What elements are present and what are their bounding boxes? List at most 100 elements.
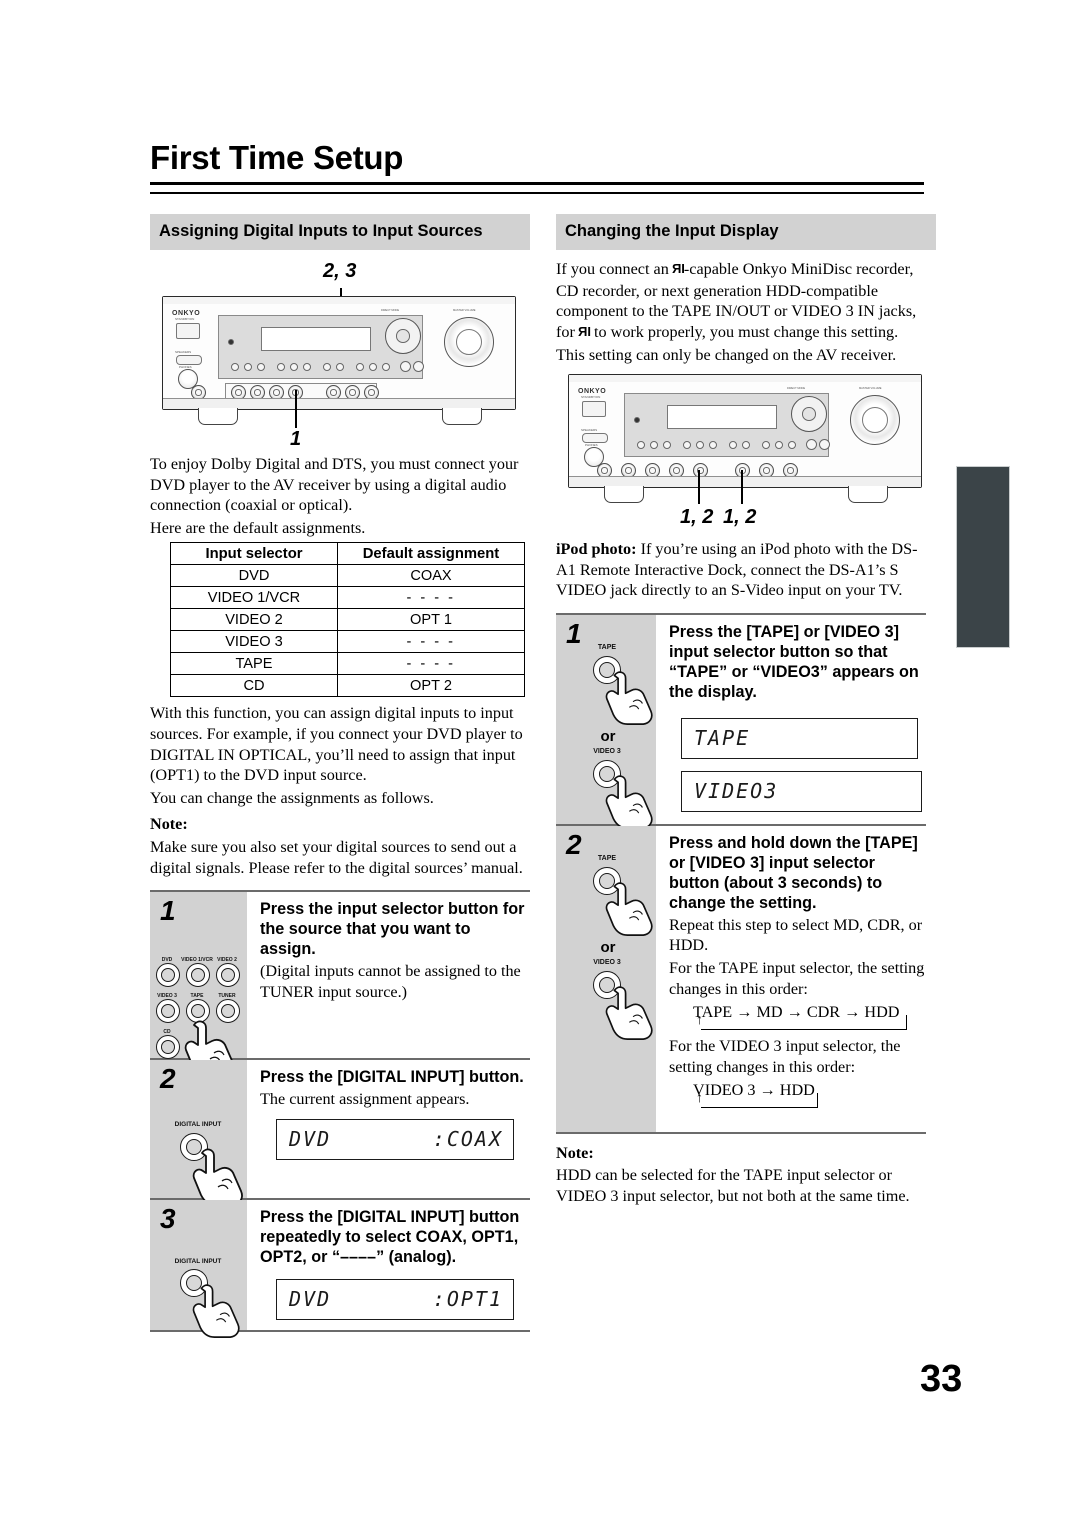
cell-input-selector: VIDEO 3 bbox=[170, 630, 338, 654]
callout-line-a bbox=[698, 469, 700, 504]
button-label-tape: TAPE bbox=[597, 643, 617, 651]
step-3-illustration-panel: 3 DIGITAL INPUT bbox=[150, 1200, 247, 1339]
input-selector-video1vcr-button[interactable] bbox=[186, 963, 210, 988]
title-rule bbox=[150, 182, 924, 194]
ri-logo-icon: RI bbox=[672, 261, 685, 276]
step-3-title: Press the [DIGITAL INPUT] button repeate… bbox=[260, 1208, 520, 1267]
section-heading-changing-input-display: Changing the Input Display bbox=[556, 214, 936, 250]
panel-btn-9 bbox=[762, 440, 770, 449]
step-3-text: Press the [DIGITAL INPUT] button repeate… bbox=[247, 1200, 530, 1330]
pointing-hand-icon bbox=[605, 775, 653, 829]
step-2-text: Press the [DIGITAL INPUT] button. The cu… bbox=[247, 1060, 530, 1198]
video3-setting-flow: VIDEO 3 → HDD ↑ bbox=[693, 1080, 926, 1110]
panel-btn-8 bbox=[742, 440, 750, 449]
digital-input-button-panel[interactable] bbox=[336, 363, 344, 371]
callout-2-3: 2, 3 bbox=[323, 260, 357, 282]
enter-knob bbox=[819, 438, 830, 450]
master-volume-knob bbox=[444, 317, 494, 367]
right-step-1-title: Press the [TAPE] or [VIDEO 3] input sele… bbox=[669, 622, 919, 701]
left-column: Assigning Digital Inputs to Input Source… bbox=[150, 214, 530, 1339]
step-2-display: :COAX DVD bbox=[276, 1118, 514, 1160]
right-steps-list: 1 TAPE or VIDEO 3 Press the [TAPE] or [V… bbox=[556, 612, 926, 1134]
step-block-1: 1 DVD VIDEO 1/VCR VIDEO 2 VIDEO 3 TAPE T… bbox=[150, 892, 530, 1079]
page-title: First Time Setup bbox=[150, 139, 404, 176]
callout-line-bottom bbox=[295, 390, 297, 428]
right-step-2-sub3: For the VIDEO 3 input selector, the sett… bbox=[669, 1037, 901, 1076]
step-3-number: 3 bbox=[160, 1203, 176, 1235]
panel-btn-1 bbox=[637, 440, 645, 449]
ipod-photo-paragraph: iPod photo: If you’re using an iPod phot… bbox=[556, 539, 926, 601]
standby-display-button bbox=[176, 323, 200, 339]
pointing-hand-icon bbox=[192, 1148, 243, 1207]
step-3-display-right: :OPT1 bbox=[432, 1287, 503, 1312]
step-3-display-left: DVD bbox=[289, 1287, 332, 1312]
right-step-2-illustration-panel: 2 TAPE or VIDEO 3 bbox=[556, 825, 656, 1132]
ipod-photo-label: iPod photo: bbox=[556, 539, 637, 558]
right-step-block-1: 1 TAPE or VIDEO 3 Press the [TAPE] or [V… bbox=[556, 614, 926, 829]
table-row: TAPE - - - - bbox=[170, 652, 525, 676]
receiver-foot-left bbox=[198, 408, 238, 425]
panel-btn-5 bbox=[290, 363, 298, 371]
ri-logo-icon: RI bbox=[578, 323, 591, 339]
onkyo-logo: ONKYO bbox=[172, 310, 201, 317]
step-2-number: 2 bbox=[160, 1063, 176, 1095]
panel-btn-4 bbox=[277, 363, 285, 371]
cell-assignment: - - - - bbox=[337, 652, 525, 676]
right-step-2-text: Press and hold down the [TAPE] or [VIDEO… bbox=[656, 826, 926, 1132]
cell-assignment: OPT 2 bbox=[337, 674, 525, 698]
tape-flow-loop-line bbox=[701, 1015, 907, 1031]
panel-btn-1 bbox=[231, 363, 239, 371]
video3-flow-loop-arrow: ↑ bbox=[696, 1091, 703, 1107]
callout-1-2-a: 1, 2 bbox=[680, 505, 714, 528]
step-1-title: Press the input selector button for the … bbox=[260, 900, 525, 959]
table-row: CD OPT 2 bbox=[170, 674, 525, 698]
step-block-2: 2 DIGITAL INPUT Press the [DIGITAL INPUT… bbox=[150, 1060, 530, 1207]
speaker-ab-switch bbox=[582, 432, 608, 443]
pointing-hand-icon bbox=[605, 986, 653, 1040]
table-row: VIDEO 2 OPT 1 bbox=[170, 608, 525, 632]
right-step-1-illustration-panel: 1 TAPE or VIDEO 3 bbox=[556, 614, 656, 829]
panel-btn-11 bbox=[788, 440, 796, 449]
right-intro-text-a: If you connect an bbox=[556, 260, 673, 278]
panel-btn-4 bbox=[683, 440, 691, 449]
manual-page: First Time Setup 33 Assigning Digital In… bbox=[0, 0, 1080, 1528]
receiver-lcd bbox=[261, 327, 371, 351]
enter-knob bbox=[413, 361, 424, 372]
input-selector-video2-button[interactable] bbox=[216, 963, 240, 988]
panel-btn-6 bbox=[709, 440, 717, 449]
or-label: or bbox=[600, 938, 616, 956]
right-intro-text-c: to work properly, you must change this s… bbox=[589, 322, 899, 341]
input-selector-video3-button[interactable] bbox=[156, 999, 180, 1024]
setup-knob bbox=[400, 361, 411, 372]
right-step-2-sub1: Repeat this step to select MD, CDR, or H… bbox=[669, 915, 923, 955]
input-selector-dvd-button[interactable] bbox=[156, 963, 180, 988]
panel-btn-7 bbox=[729, 440, 737, 449]
panel-btn-5 bbox=[696, 440, 704, 449]
receiver-figure-left: 2, 3 ONKYO STANDBY/ON SPEAKERS PHONES DI… bbox=[150, 260, 530, 454]
step-3-display: :OPT1 DVD bbox=[276, 1279, 514, 1321]
cell-input-selector: TAPE bbox=[170, 652, 338, 676]
cell-assignment: OPT 1 bbox=[337, 608, 525, 632]
panel-btn-10 bbox=[369, 363, 377, 371]
button-label-tape: TAPE bbox=[597, 854, 617, 862]
section-heading-assigning-digital-inputs: Assigning Digital Inputs to Input Source… bbox=[150, 214, 530, 250]
cell-assignment: COAX bbox=[337, 564, 525, 588]
master-volume-knob bbox=[850, 394, 900, 445]
pointing-hand-icon bbox=[605, 882, 653, 936]
receiver-figure-right: ONKYO STANDBY/ON SPEAKERS PHONES DIRECT … bbox=[556, 373, 926, 539]
callout-1-2-b: 1, 2 bbox=[723, 505, 757, 528]
input-selector-cd-button[interactable] bbox=[156, 1035, 180, 1060]
right-step-block-2: 2 TAPE or VIDEO 3 Press and hold down th… bbox=[556, 825, 926, 1134]
panel-btn-2 bbox=[650, 440, 658, 449]
remote-sensor bbox=[228, 339, 234, 345]
left-paragraph-after-table-1: With this function, you can assign digit… bbox=[150, 704, 523, 785]
right-step-1-display-tape: TAPE bbox=[681, 717, 918, 759]
button-label-video3: VIDEO 3 bbox=[593, 747, 621, 755]
right-step-1-display-video3: VIDEO3 bbox=[681, 770, 922, 812]
av-receiver-illustration: ONKYO STANDBY/ON SPEAKERS PHONES DIRECT … bbox=[162, 296, 516, 410]
cell-input-selector: CD bbox=[170, 674, 338, 698]
receiver-foot-left bbox=[604, 485, 644, 503]
step-1-illustration-panel: 1 DVD VIDEO 1/VCR VIDEO 2 VIDEO 3 TAPE T… bbox=[150, 892, 247, 1079]
av-receiver-illustration: ONKYO STANDBY/ON SPEAKERS PHONES DIRECT … bbox=[568, 373, 922, 488]
remote-sensor bbox=[634, 416, 640, 423]
